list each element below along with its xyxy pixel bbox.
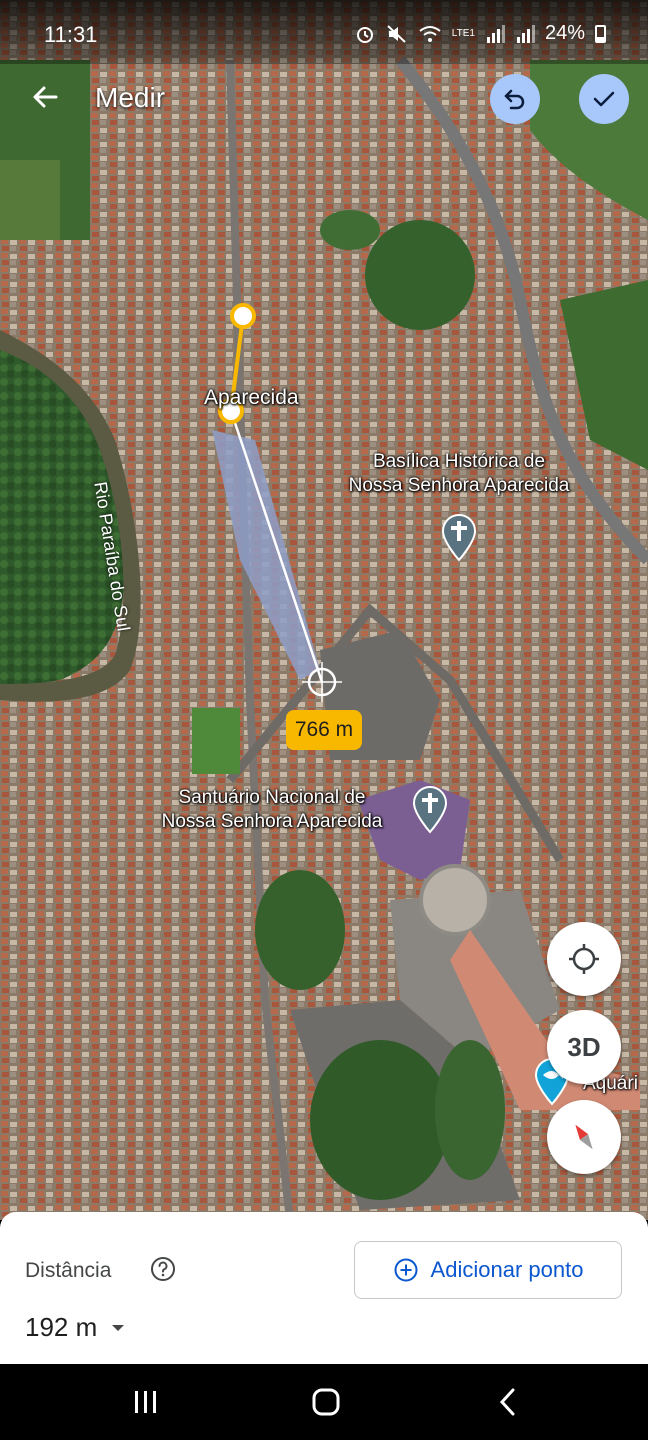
santuario-label-line1: Santuário Nacional de: [178, 787, 366, 808]
distance-value: 192 m: [25, 1312, 98, 1342]
undo-icon: [504, 89, 525, 110]
page-title: Medir: [95, 82, 166, 113]
back-button[interactable]: [22, 74, 68, 120]
battery-icon: [595, 24, 606, 43]
signal-icon: [486, 24, 505, 43]
recent-apps-button[interactable]: [116, 1382, 176, 1422]
dropdown-arrow-icon: [112, 1324, 125, 1331]
undo-button[interactable]: [490, 74, 540, 124]
measure-point-start[interactable]: [232, 305, 254, 327]
arrow-back-icon: [33, 86, 58, 108]
status-time: 11:31: [44, 22, 98, 47]
home-icon: [312, 1388, 340, 1416]
status-icons: LTE1 24%: [354, 22, 606, 45]
segment-distance-chip: 766 m: [286, 710, 362, 750]
battery-percent: 24%: [544, 22, 585, 44]
add-circle-icon: [394, 1258, 418, 1282]
home-button[interactable]: [296, 1382, 356, 1422]
city-label: Aparecida: [204, 386, 299, 409]
compass-icon: [575, 1124, 593, 1150]
basilica-label: Basílica Histórica de Nossa Senhora Apar…: [326, 450, 592, 498]
signal-icon-2: [516, 24, 535, 43]
mute-icon: [387, 24, 406, 43]
help-button[interactable]: [150, 1256, 176, 1282]
distance-label: Distância: [25, 1259, 112, 1282]
3d-toggle-button[interactable]: 3D: [547, 1010, 621, 1084]
lte-indicator: LTE1: [451, 27, 475, 39]
back-nav-button[interactable]: [478, 1382, 538, 1422]
distance-unit-selector[interactable]: 192 m: [25, 1312, 125, 1343]
alarm-icon: [356, 26, 373, 43]
help-icon: [151, 1257, 175, 1281]
measure-bottom-sheet: Distância 192 m Adicionar ponto: [0, 1212, 648, 1364]
add-point-button[interactable]: Adicionar ponto: [354, 1241, 622, 1299]
my-location-icon: [569, 944, 599, 974]
top-app-bar: Medir: [0, 64, 648, 134]
system-nav-bar: [0, 1364, 648, 1440]
wifi-icon: [419, 25, 441, 42]
check-icon: [593, 91, 615, 107]
my-location-button[interactable]: [547, 922, 621, 996]
status-bar: 11:31 LTE1 24%: [0, 0, 648, 64]
compass-button[interactable]: [547, 1100, 621, 1174]
add-point-label: Adicionar ponto: [430, 1257, 584, 1282]
basilica-label-line1: Basílica Histórica de: [372, 451, 546, 472]
back-chevron-icon: [499, 1388, 515, 1416]
done-button[interactable]: [579, 74, 629, 124]
santuario-label-line2: Nossa Senhora Aparecida: [161, 811, 383, 832]
recent-apps-icon: [135, 1391, 156, 1413]
crosshair-icon: [300, 660, 344, 704]
basilica-label-line2: Nossa Senhora Aparecida: [348, 475, 570, 496]
santuario-label: Santuário Nacional de Nossa Senhora Apar…: [136, 786, 408, 834]
